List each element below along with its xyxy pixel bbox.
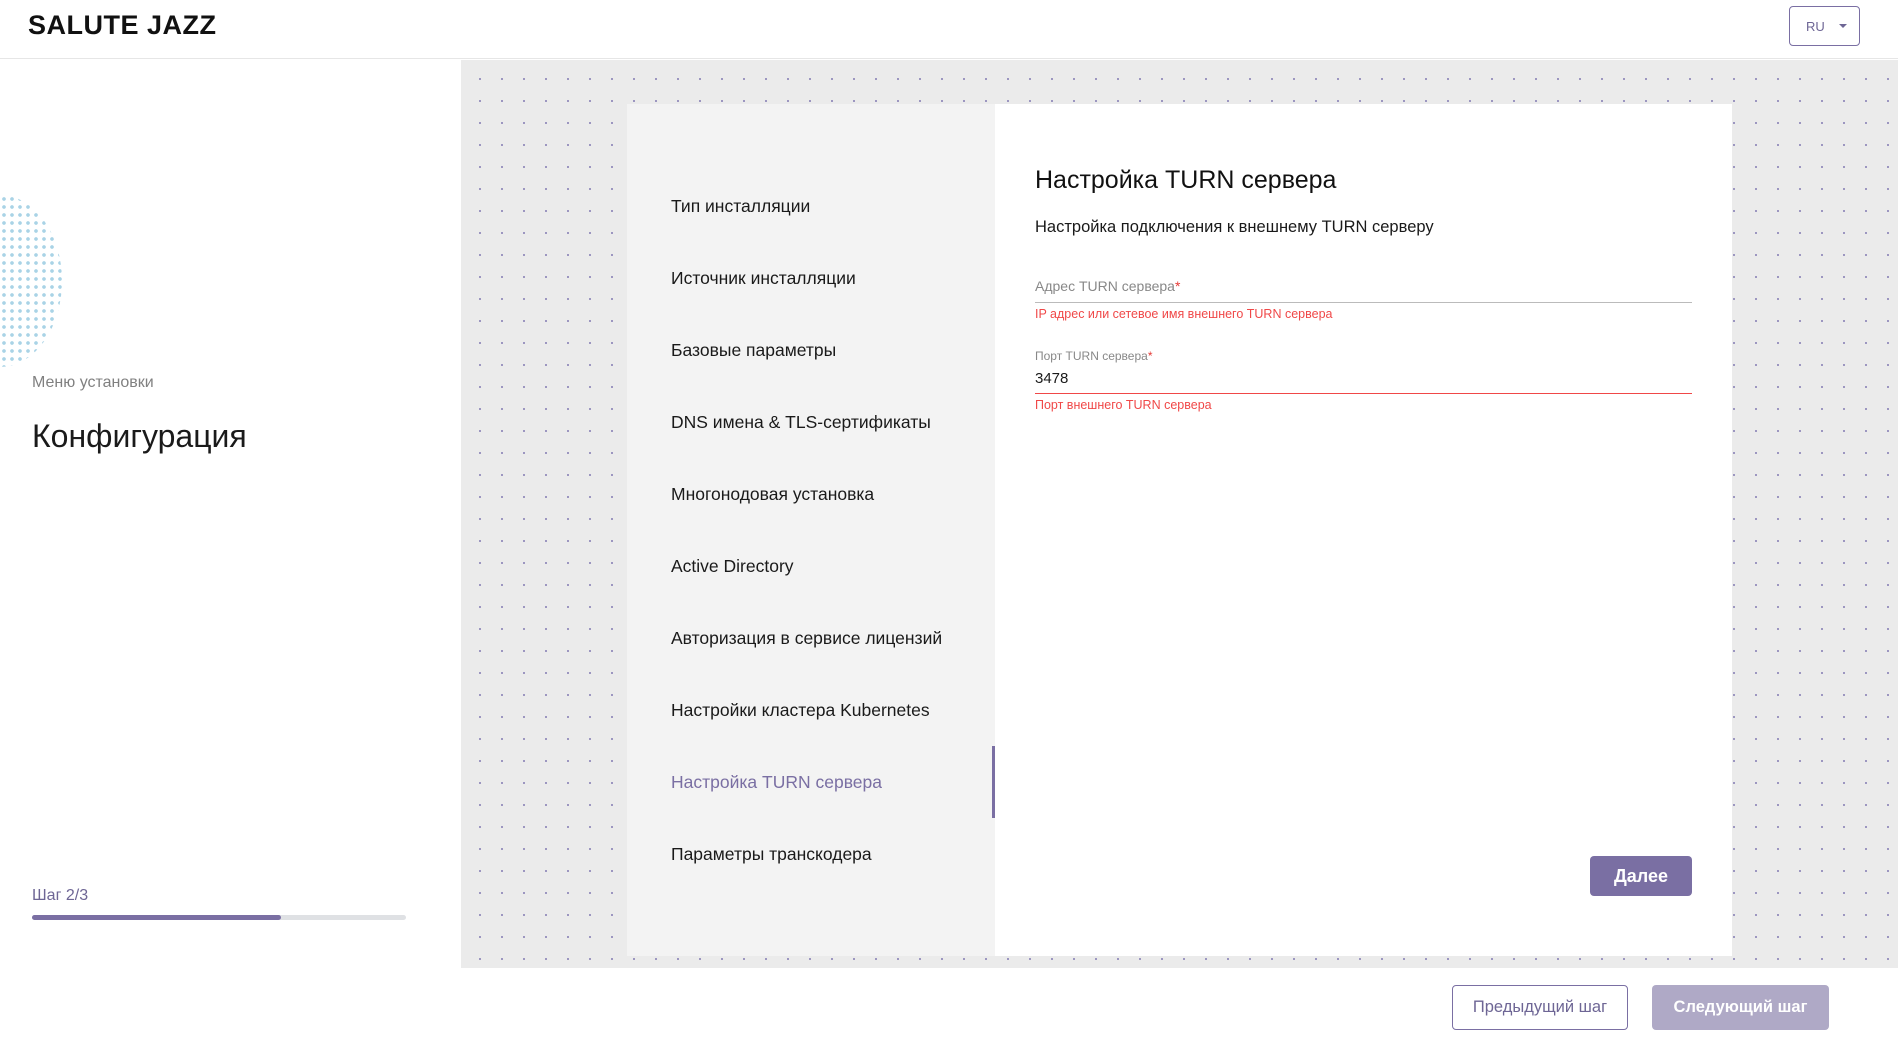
previous-step-button[interactable]: Предыдущий шаг [1452, 985, 1628, 1030]
step-progress-fill [32, 915, 282, 920]
nav-item-install-source[interactable]: Источник инсталляции [671, 268, 856, 289]
next-button[interactable]: Далее [1590, 856, 1692, 896]
menu-title: Конфигурация [32, 418, 247, 454]
config-nav: Тип инсталляции Источник инсталляции Баз… [627, 104, 995, 956]
nav-item-multinode[interactable]: Многонодовая установка [671, 484, 874, 505]
menu-subtitle: Меню установки [32, 374, 154, 391]
language-value: RU [1806, 18, 1825, 34]
turn-address-error: IP адрес или сетевое имя внешнего TURN с… [1035, 307, 1333, 321]
turn-port-input[interactable] [1035, 363, 1692, 393]
nav-item-active-directory[interactable]: Active Directory [671, 556, 794, 577]
turn-port-field: Порт TURN сервера* Порт внешнего TURN се… [1035, 349, 1692, 412]
turn-port-label: Порт TURN сервера* [1035, 349, 1692, 363]
logo: SALUTE JAZZ [28, 10, 217, 40]
turn-port-error: Порт внешнего TURN сервера [1035, 398, 1212, 412]
turn-form: Настройка TURN сервера Настройка подключ… [995, 104, 1732, 956]
chevron-down-icon [1838, 24, 1847, 28]
turn-address-underline [1035, 302, 1692, 303]
required-mark: * [1147, 349, 1153, 363]
nav-item-turn-server[interactable]: Настройка TURN сервера [671, 772, 882, 793]
next-step-button[interactable]: Следующий шаг [1652, 985, 1829, 1030]
nav-item-base-params[interactable]: Базовые параметры [671, 340, 836, 361]
left-panel: Меню установки Конфигурация Шаг 2/3 [0, 60, 461, 968]
config-card: Тип инсталляции Источник инсталляции Баз… [627, 104, 1732, 956]
nav-item-license-auth[interactable]: Авторизация в сервисе лицензий [671, 628, 942, 649]
top-header: SALUTE JAZZ RU [0, 0, 1898, 59]
footer: Предыдущий шаг Следующий шаг [0, 968, 1898, 1041]
nav-item-install-type[interactable]: Тип инсталляции [671, 196, 810, 217]
dots-decoration [0, 195, 62, 367]
turn-address-input[interactable] [1035, 275, 1692, 302]
turn-port-underline [1035, 393, 1692, 394]
turn-address-field: Адрес TURN сервера* IP адрес или сетевое… [1035, 275, 1692, 321]
nav-item-transcoder[interactable]: Параметры транскодера [671, 844, 872, 865]
turn-port-label-text: Порт TURN сервера [1035, 349, 1148, 363]
step-label: Шаг 2/3 [32, 887, 89, 904]
form-title: Настройка TURN сервера [1035, 166, 1337, 194]
form-subtitle: Настройка подключения к внешнему TURN се… [1035, 218, 1434, 236]
step-progress-bar [32, 915, 406, 920]
language-select[interactable]: RU [1789, 6, 1860, 46]
nav-item-kubernetes[interactable]: Настройки кластера Kubernetes [671, 700, 930, 721]
nav-item-dns-tls[interactable]: DNS имена & TLS-сертификаты [671, 412, 931, 433]
